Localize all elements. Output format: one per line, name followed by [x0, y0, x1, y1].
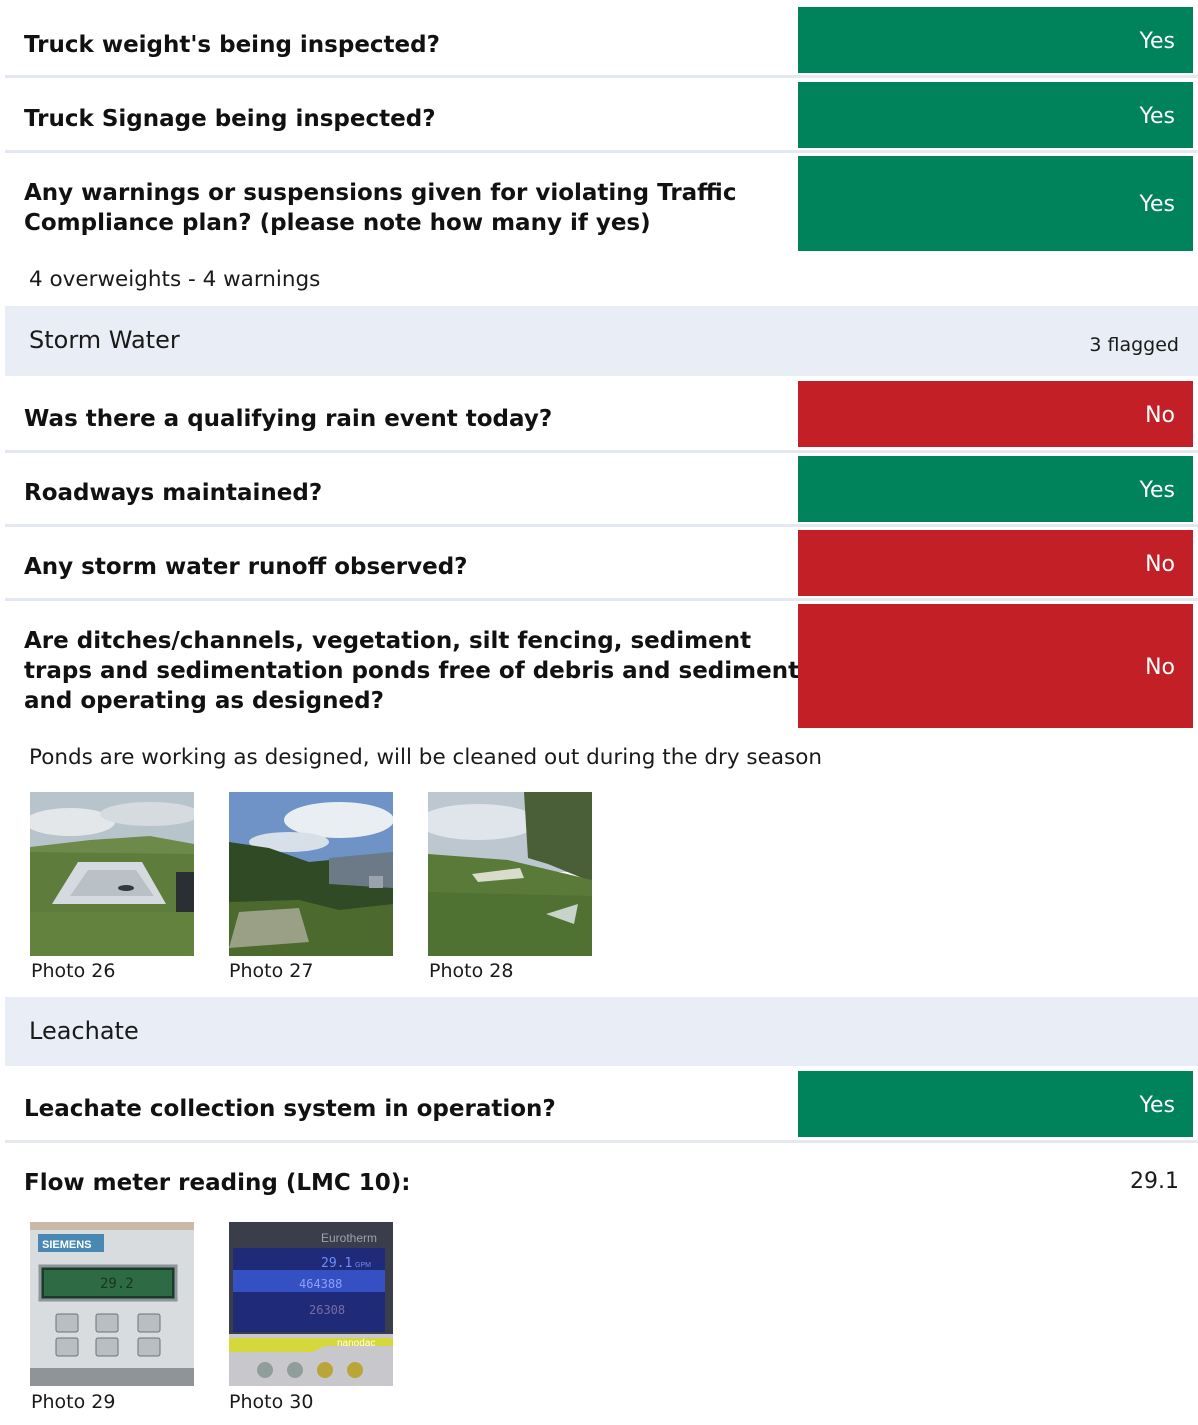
- question-text-line: traps and sedimentation ponds free of de…: [24, 658, 800, 684]
- answer-no[interactable]: No: [798, 530, 1193, 596]
- photo-thumbnail-26[interactable]: [30, 792, 194, 956]
- divider: [5, 524, 1198, 527]
- eurotherm-total: 464388: [299, 1277, 342, 1291]
- question-text-line: and operating as designed?: [24, 688, 384, 714]
- answer-yes[interactable]: Yes: [798, 82, 1193, 148]
- photo-caption: Photo 30: [229, 1391, 314, 1413]
- divider: [5, 150, 1198, 153]
- question-text: Roadways maintained?: [24, 480, 323, 506]
- flagged-count: 3 flagged: [1089, 334, 1179, 356]
- answer-note: Ponds are working as designed, will be c…: [29, 745, 823, 770]
- eurotherm-logo-text: Eurotherm: [321, 1231, 377, 1245]
- eurotherm-second: 26308: [309, 1303, 345, 1317]
- photo-thumbnail-27[interactable]: [229, 792, 393, 956]
- question-text-line: Any warnings or suspensions given for vi…: [24, 180, 737, 206]
- photo-caption: Photo 26: [31, 960, 116, 982]
- divider: [5, 1140, 1198, 1143]
- question-text: Truck weight's being inspected?: [24, 32, 440, 58]
- photo-caption: Photo 29: [31, 1391, 116, 1413]
- flow-meter-value: 29.1: [1130, 1169, 1179, 1194]
- question-text: Flow meter reading (LMC 10):: [24, 1170, 411, 1196]
- section-title: Leachate: [29, 1017, 139, 1045]
- answer-no[interactable]: No: [798, 381, 1193, 447]
- eurotherm-unit: GPM: [355, 1262, 371, 1269]
- siemens-display-text: 29.2: [100, 1276, 134, 1292]
- answer-yes[interactable]: Yes: [798, 456, 1193, 522]
- photo-thumbnail-29[interactable]: SIEMENS 29.2: [30, 1222, 194, 1386]
- photo-thumbnail-30[interactable]: Eurotherm 29.1 GPM 464388 26308 nanodac: [229, 1222, 393, 1386]
- question-text-line: Compliance plan? (please note how many i…: [24, 210, 651, 236]
- photo-thumbnail-28[interactable]: [428, 792, 592, 956]
- section-header-storm-water: Storm Water 3 flagged: [5, 306, 1198, 376]
- eurotherm-reading: 29.1: [321, 1256, 352, 1271]
- divider: [5, 75, 1198, 78]
- divider: [5, 598, 1198, 601]
- section-title: Storm Water: [29, 326, 180, 354]
- question-text-line: Are ditches/channels, vegetation, silt f…: [24, 628, 752, 654]
- answer-yes[interactable]: Yes: [798, 1071, 1193, 1137]
- divider: [5, 450, 1198, 453]
- answer-yes[interactable]: Yes: [798, 7, 1193, 73]
- siemens-logo-text: SIEMENS: [42, 1239, 92, 1251]
- question-text: Leachate collection system in operation?: [24, 1096, 556, 1122]
- question-text: Was there a qualifying rain event today?: [24, 406, 553, 432]
- photo-caption: Photo 28: [429, 960, 514, 982]
- answer-yes[interactable]: Yes: [798, 156, 1193, 251]
- question-text: Any storm water runoff observed?: [24, 554, 468, 580]
- nanodac-label: nanodac: [337, 1338, 375, 1349]
- section-header-leachate: Leachate: [5, 997, 1198, 1066]
- photo-caption: Photo 27: [229, 960, 314, 982]
- question-text: Truck Signage being inspected?: [24, 106, 436, 132]
- answer-no[interactable]: No: [798, 604, 1193, 728]
- answer-note: 4 overweights - 4 warnings: [29, 267, 321, 292]
